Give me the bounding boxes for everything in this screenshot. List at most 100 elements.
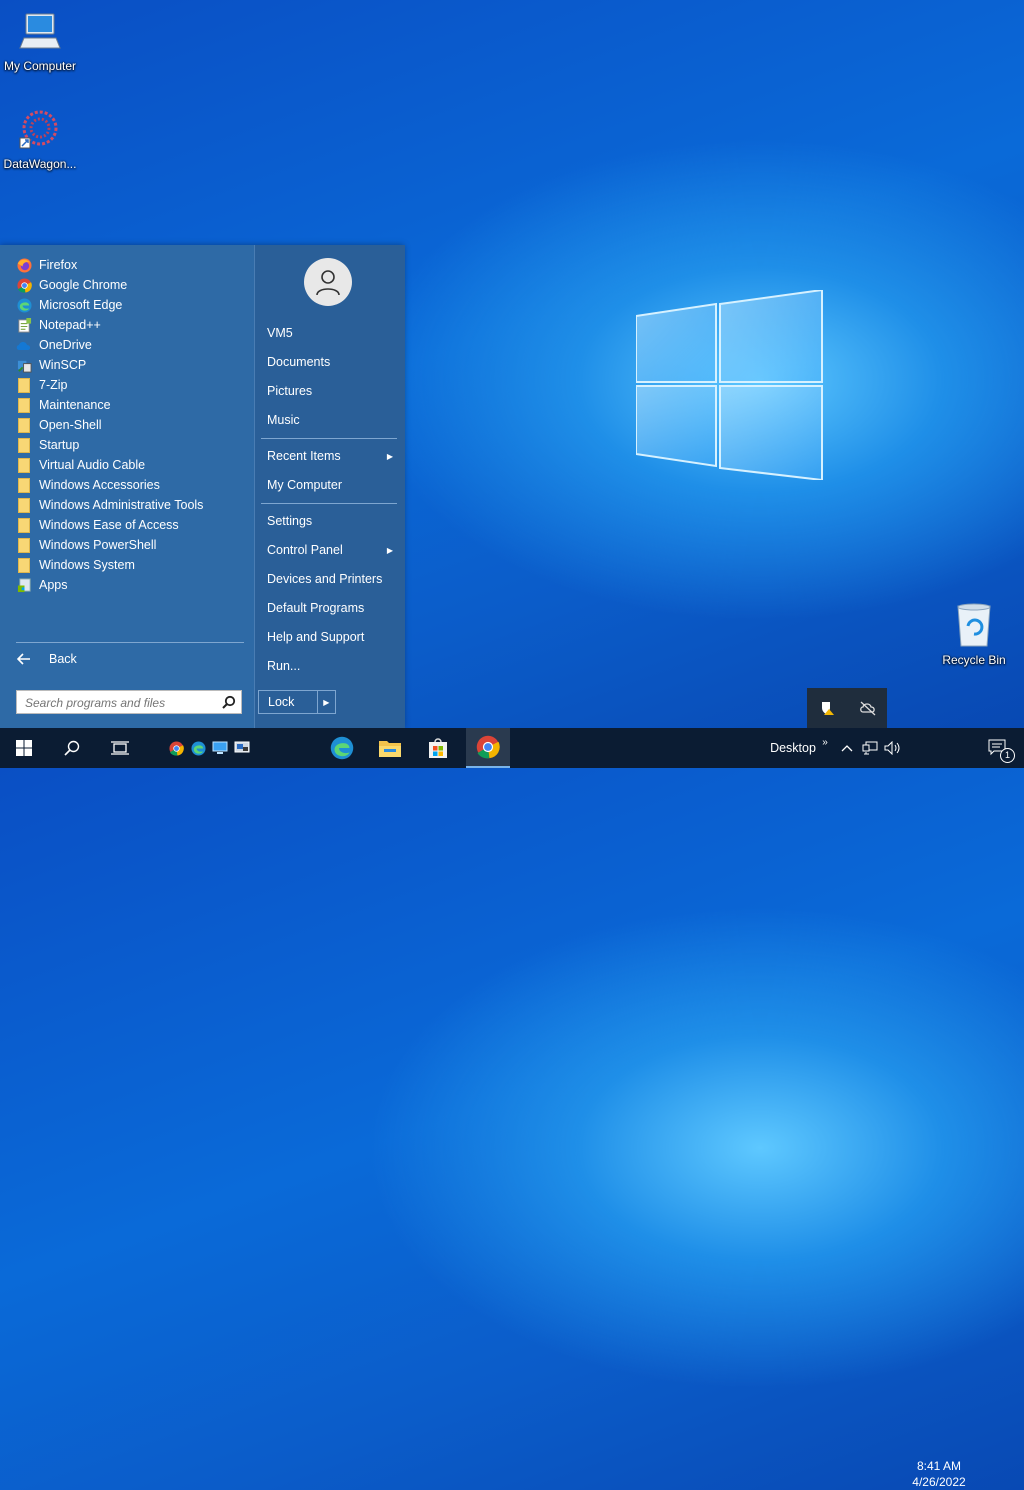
places-label: Recent Items xyxy=(267,449,341,463)
folder-icon xyxy=(16,397,32,413)
places-item-default-programs[interactable]: Default Programs xyxy=(267,598,397,618)
program-item-onedrive[interactable]: OneDrive xyxy=(16,335,246,355)
clock[interactable]: 8:41 AM 4/26/2022 xyxy=(904,1458,974,1490)
program-item-startup[interactable]: Startup xyxy=(16,435,246,455)
back-button[interactable]: Back xyxy=(16,649,246,669)
places-item-run[interactable]: Run... xyxy=(267,656,397,676)
search-icon[interactable] xyxy=(222,695,236,709)
back-label: Back xyxy=(49,652,77,666)
program-label: Open-Shell xyxy=(39,418,102,432)
places-item-recent-items[interactable]: Recent Items ▶ xyxy=(267,446,397,466)
chrome-icon xyxy=(16,277,32,293)
program-item-microsoft-edge[interactable]: Microsoft Edge xyxy=(16,295,246,315)
action-center-button[interactable]: 1 xyxy=(978,728,1018,768)
places-item-control-panel[interactable]: Control Panel ▶ xyxy=(267,540,397,560)
file-explorer-icon xyxy=(379,741,401,757)
network-button[interactable] xyxy=(860,728,880,768)
desktop-icon-datawagon[interactable]: DataWagon... xyxy=(0,108,80,171)
lock-button[interactable]: Lock ▶ xyxy=(258,690,336,714)
lock-label: Lock xyxy=(268,695,295,709)
desktop-toolbar-expand[interactable]: » xyxy=(818,722,832,762)
show-hidden-icons-button[interactable] xyxy=(838,728,856,768)
program-label: 7-Zip xyxy=(39,378,68,392)
program-label: Windows Ease of Access xyxy=(39,518,179,532)
program-item-windows-ease-of-access[interactable]: Windows Ease of Access xyxy=(16,515,246,535)
places-item-settings[interactable]: Settings xyxy=(267,511,397,531)
search-box[interactable] xyxy=(16,690,242,714)
places-label: Run... xyxy=(267,659,301,673)
desktop-icon-label: My Computer xyxy=(3,59,77,73)
quicklaunch-desktop[interactable] xyxy=(210,728,230,768)
program-item-winscp[interactable]: WinSCP xyxy=(16,355,246,375)
program-item-7-zip[interactable]: 7-Zip xyxy=(16,375,246,395)
divider xyxy=(16,642,244,643)
places-label: Music xyxy=(267,413,300,427)
quicklaunch-chrome[interactable] xyxy=(166,728,186,768)
quicklaunch-remote-desktop[interactable] xyxy=(232,728,252,768)
task-view-icon xyxy=(111,741,129,755)
places-label: Documents xyxy=(267,355,331,369)
places-item-my-computer[interactable]: My Computer xyxy=(267,475,397,495)
program-item-windows-system[interactable]: Windows System xyxy=(16,555,246,575)
remote-desktop-icon xyxy=(234,741,250,753)
places-item-documents[interactable]: Documents xyxy=(267,352,397,372)
lock-options-arrow-icon[interactable]: ▶ xyxy=(316,691,335,713)
chrome-icon xyxy=(476,735,500,759)
divider xyxy=(261,503,397,504)
places-item-help-and-support[interactable]: Help and Support xyxy=(267,627,397,647)
places-item-pictures[interactable]: Pictures xyxy=(267,381,397,401)
desktop-toolbar-label[interactable]: Desktop xyxy=(764,728,822,768)
program-label: Windows PowerShell xyxy=(39,538,157,552)
quicklaunch-edge[interactable] xyxy=(188,728,208,768)
security-warning-icon[interactable] xyxy=(819,700,835,716)
places-item-vm5[interactable]: VM5 xyxy=(267,323,397,343)
start-menu-programs: Firefox Google Chrome Microsoft Edge Notepa… xyxy=(0,245,254,728)
datawagon-icon xyxy=(19,110,58,149)
onedrive-offline-icon[interactable] xyxy=(859,700,877,716)
taskbar: Desktop » 8:41 AM 4/26/2022 1 xyxy=(0,728,1024,1489)
search-taskbar-button[interactable] xyxy=(48,728,96,768)
winscp-icon xyxy=(16,357,32,373)
taskbar-file-explorer[interactable] xyxy=(368,728,412,768)
start-button[interactable] xyxy=(0,728,48,768)
clock-time: 8:41 AM xyxy=(916,1459,962,1473)
program-item-maintenance[interactable]: Maintenance xyxy=(16,395,246,415)
user-avatar[interactable] xyxy=(304,258,352,306)
clock-date: 4/26/2022 xyxy=(912,1475,966,1489)
program-item-virtual-audio-cable[interactable]: Virtual Audio Cable xyxy=(16,455,246,475)
taskbar-store[interactable] xyxy=(416,728,460,768)
desktop-icon-recycle-bin[interactable]: Recycle Bin xyxy=(934,602,1014,667)
search-input[interactable] xyxy=(23,692,217,714)
program-label: Windows Administrative Tools xyxy=(39,498,204,512)
taskbar-chrome[interactable] xyxy=(466,728,510,768)
user-icon xyxy=(316,270,340,296)
program-label: Firefox xyxy=(39,258,78,272)
program-label: Microsoft Edge xyxy=(39,298,123,312)
places-item-music[interactable]: Music xyxy=(267,410,397,430)
program-item-apps[interactable]: Apps xyxy=(16,575,246,595)
chrome-icon xyxy=(168,740,184,756)
taskbar-edge[interactable] xyxy=(320,728,364,768)
program-item-windows-powershell[interactable]: Windows PowerShell xyxy=(16,535,246,555)
program-label: Windows Accessories xyxy=(39,478,160,492)
program-item-windows-accessories[interactable]: Windows Accessories xyxy=(16,475,246,495)
apps-icon xyxy=(16,577,32,593)
program-label: Windows System xyxy=(39,558,135,572)
folder-icon xyxy=(16,517,32,533)
program-item-google-chrome[interactable]: Google Chrome xyxy=(16,275,246,295)
task-view-button[interactable] xyxy=(96,728,144,768)
places-label: VM5 xyxy=(267,326,293,340)
volume-button[interactable] xyxy=(882,728,904,768)
chevron-up-icon xyxy=(841,745,853,752)
folder-icon xyxy=(16,477,32,493)
program-item-windows-administrative-tools[interactable]: Windows Administrative Tools xyxy=(16,495,246,515)
program-item-notepad[interactable]: Notepad++ xyxy=(16,315,246,335)
windows-start-icon xyxy=(16,740,32,756)
program-item-open-shell[interactable]: Open-Shell xyxy=(16,415,246,435)
program-item-firefox[interactable]: Firefox xyxy=(16,255,246,275)
start-menu: Firefox Google Chrome Microsoft Edge Notepa… xyxy=(0,245,405,728)
edge-icon xyxy=(330,736,354,760)
places-item-devices-and-printers[interactable]: Devices and Printers xyxy=(267,569,397,589)
places-label: Control Panel xyxy=(267,543,343,557)
desktop-icon-my-computer[interactable]: My Computer xyxy=(0,10,80,73)
